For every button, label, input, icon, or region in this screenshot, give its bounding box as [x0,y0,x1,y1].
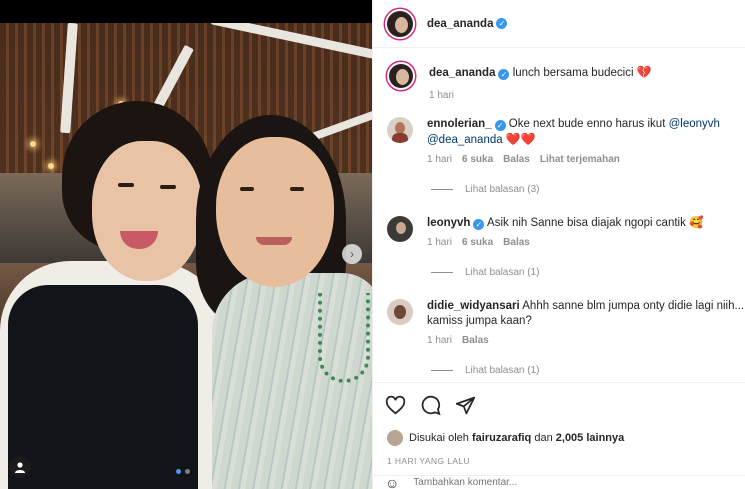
user-tag-icon [15,462,25,473]
likes-count[interactable]: 2,005 lainnya [556,432,625,444]
speech-bubble-icon[interactable] [420,395,441,416]
smiley-icon[interactable]: ☺ [385,475,399,489]
broken-heart-emoji: 💔 [636,65,652,79]
reply-button[interactable]: Balas [503,154,530,165]
caption-text: lunch bersama budecici [512,67,634,79]
caption-username[interactable]: dea_ananda [429,67,495,79]
add-comment-bar: ☺ [373,475,745,489]
author-avatar[interactable] [387,62,415,90]
comment-time: 1 hari [427,154,453,165]
likes-summary: Disukai oleh fairuzarafiq dan 2,005 lain… [387,430,624,446]
comment-username[interactable]: ennolerian_ [427,118,492,130]
comment-input[interactable] [413,477,694,488]
mention-link[interactable]: @dea_ananda [427,134,503,146]
caption-time: 1 hari [429,90,455,101]
translate-button[interactable]: Lihat terjemahan [540,154,620,165]
carousel-dot [185,469,190,474]
comment-time: 1 hari [427,237,453,248]
smiling-face-emoji: 🥰 [689,217,704,229]
reply-button[interactable]: Balas [462,335,489,346]
person-left-eye [160,185,176,189]
reply-button[interactable]: Balas [503,237,530,248]
paper-plane-icon[interactable] [455,395,476,416]
author-username[interactable]: dea_ananda [427,18,493,30]
comment-username[interactable]: didie_widyansari [427,300,520,312]
carousel-indicator [176,469,190,474]
comment-username[interactable]: leonyvh [427,217,470,229]
caption: dea_ananda ✓ lunch bersama budecici 💔 1 h… [387,62,742,101]
ceiling-lamp [30,141,36,147]
view-replies-button[interactable]: Lihat balasan (3) [431,184,540,195]
divider-line [431,272,453,273]
post-side-panel: dea_ananda ✓ dea_ananda ✓ lunch bersama b… [372,0,745,489]
carousel-dot-active [176,469,181,474]
heart-emoji: ❤️❤️ [505,132,536,146]
photo-frame [0,23,372,489]
commenter-avatar[interactable] [387,299,413,325]
comment-text: Asik nih Sanne bisa diajak ngopi cantik [487,217,686,229]
post-header: dea_ananda ✓ [373,0,745,48]
divider-line [431,370,453,371]
comment-text: Oke next bude enno harus ikut [508,118,669,130]
view-replies-button[interactable]: Lihat balasan (1) [431,365,540,376]
author-avatar[interactable] [385,8,415,39]
person-right-eye [290,187,304,191]
verified-badge-icon: ✓ [494,120,506,131]
verified-badge-icon: ✓ [496,18,508,29]
comment: leonyvh ✓ Asik nih Sanne bisa diajak ngop… [387,216,742,248]
verified-badge-icon: ✓ [473,219,485,230]
comment-likes[interactable]: 6 suka [462,237,493,248]
person-right-face [216,137,334,287]
mention-link[interactable]: @leonyvh [669,118,720,130]
post-photo[interactable]: › [0,0,372,489]
comment-time: 1 hari [427,335,453,346]
person-left-face [92,141,202,281]
person-left-eye [118,183,134,187]
post-timestamp[interactable]: 1 HARI YANG LALU [387,456,470,466]
liker-avatar[interactable] [387,430,403,446]
comments-list[interactable]: dea_ananda ✓ lunch bersama budecici 💔 1 h… [373,49,745,381]
divider-line [431,189,453,190]
next-photo-button[interactable]: › [342,244,362,264]
comment: didie_widyansari Ahhh sanne blm jumpa on… [387,299,744,346]
commenter-avatar[interactable] [387,216,413,242]
commenter-avatar[interactable] [387,117,413,143]
liker-username[interactable]: fairuzarafiq [472,432,531,444]
person-right-mouth [256,237,292,245]
ceiling-lamp [48,163,54,169]
person-right-eye [240,187,254,191]
tagged-users-button[interactable] [9,456,31,478]
comment-likes[interactable]: 6 suka [462,154,493,165]
view-replies-button[interactable]: Lihat balasan (1) [431,267,540,278]
chevron-right-icon: › [350,247,354,261]
person-left-apron [8,285,198,489]
person-right-necklace [318,293,370,383]
comment: ennolerian_ ✓ Oke next bude enno harus ik… [387,117,742,165]
heart-outline-icon[interactable] [385,395,406,416]
verified-badge-icon: ✓ [498,69,510,80]
